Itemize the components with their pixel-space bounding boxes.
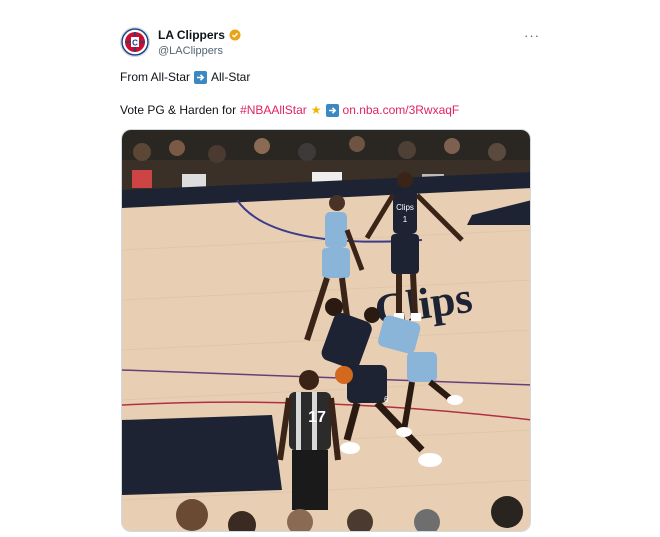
- tweet-media-video[interactable]: Clips Clips 1 6 17: [121, 129, 531, 532]
- star-emoji-icon: ★: [310, 103, 322, 117]
- referee-number: 17: [308, 409, 326, 426]
- jersey-text: Clips: [396, 203, 414, 212]
- tweet-text-line-1: From All-Star All-Star: [120, 70, 250, 84]
- tweet-card: C LA Clippers @LAClippers ··· From All-S…: [108, 18, 544, 532]
- more-options-icon[interactable]: ···: [524, 28, 540, 43]
- clippers-logo-icon[interactable]: C: [120, 27, 150, 57]
- hashtag-link[interactable]: #NBAAllStar: [240, 103, 307, 117]
- verified-badge-icon: [229, 29, 241, 41]
- jersey-number-2: 6: [384, 395, 389, 404]
- jersey-number: 1: [403, 215, 408, 224]
- vote-link[interactable]: on.nba.com/3RwxaqF: [343, 103, 460, 117]
- text-from-all-star: From All-Star: [120, 70, 191, 84]
- right-arrow-emoji-icon: [194, 70, 208, 84]
- author-name-row[interactable]: LA Clippers: [158, 28, 241, 42]
- right-arrow-emoji-icon: [325, 103, 339, 117]
- court-paint: [122, 415, 282, 495]
- author-name[interactable]: LA Clippers: [158, 28, 225, 42]
- text-vote: Vote PG & Harden for: [120, 103, 237, 117]
- basketball: [335, 366, 353, 384]
- basketball-court-scene: Clips Clips 1 6 17: [122, 130, 530, 531]
- text-all-star: All-Star: [211, 70, 251, 84]
- svg-text:C: C: [132, 39, 138, 48]
- tweet-text-line-2: Vote PG & Harden for #NBAAllStar ★ on.nb…: [120, 103, 459, 117]
- author-handle[interactable]: @LAClippers: [158, 45, 223, 57]
